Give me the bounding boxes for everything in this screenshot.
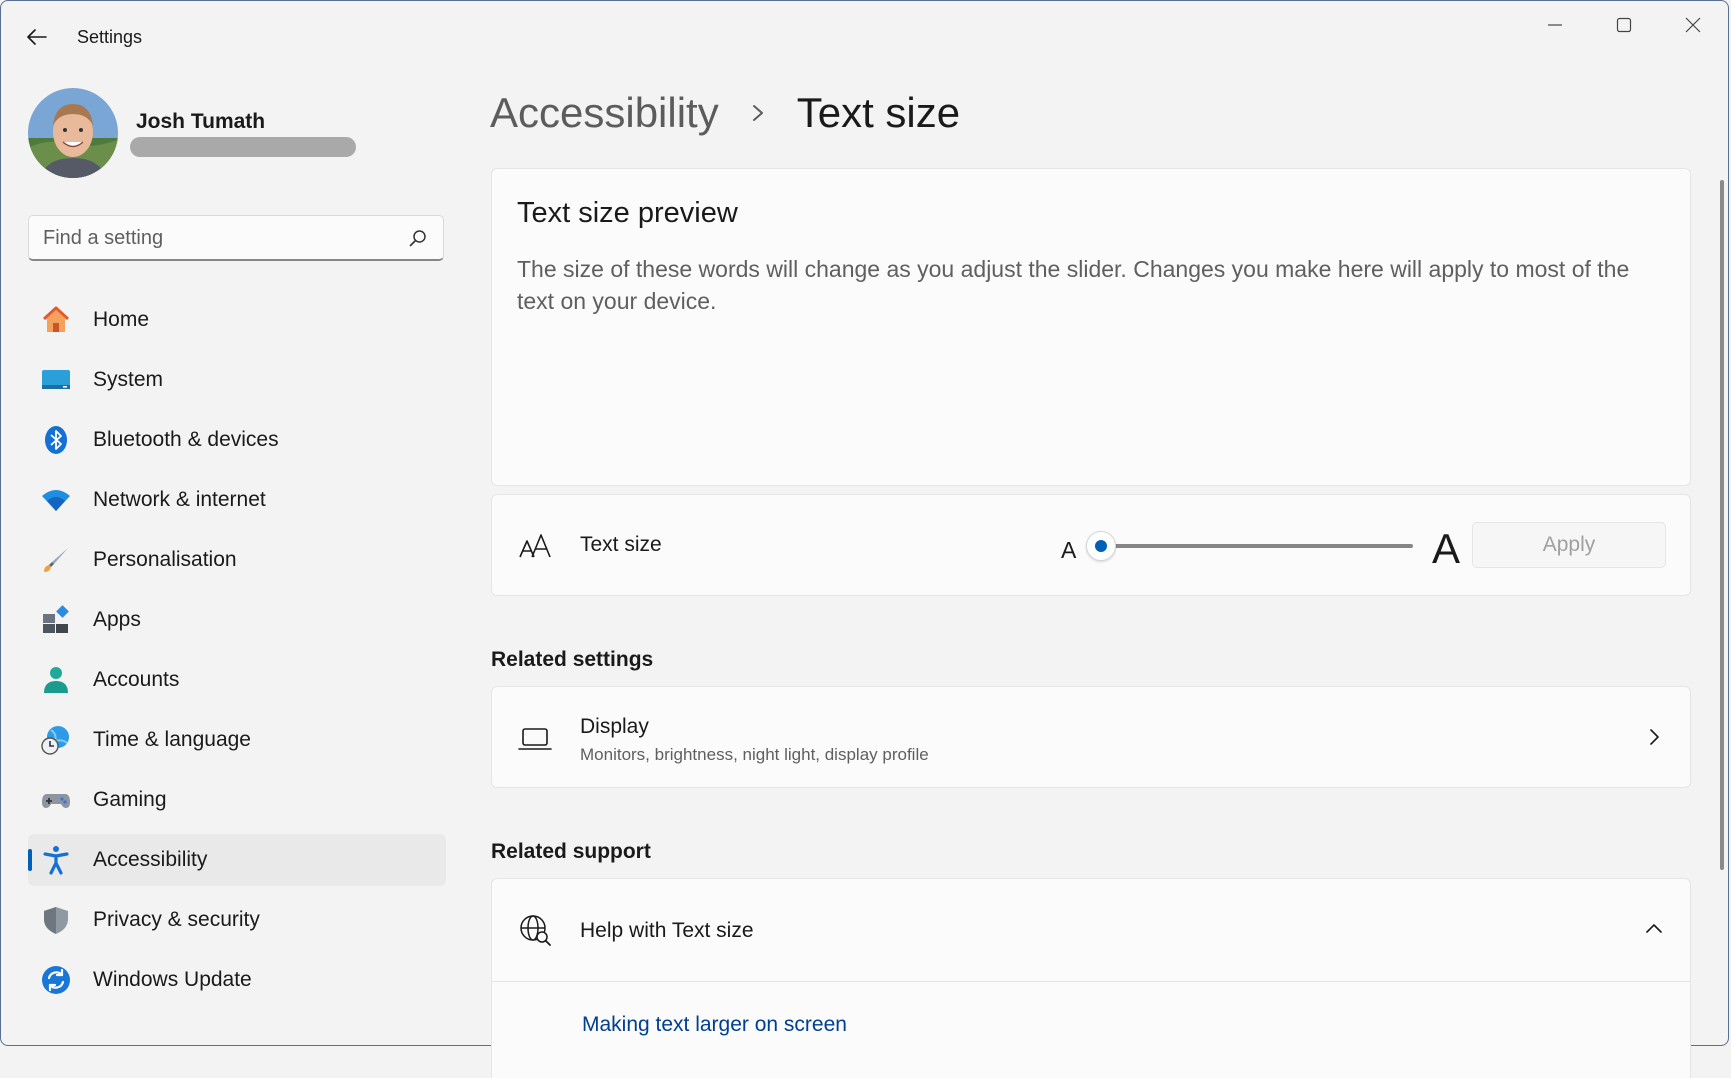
breadcrumb-parent[interactable]: Accessibility [490, 89, 719, 137]
sidebar-item-label: Network & internet [93, 488, 266, 511]
page-title: Text size [796, 89, 961, 136]
avatar-photo [28, 88, 118, 178]
breadcrumb: Accessibility Text size [490, 88, 960, 138]
globe-search-icon [520, 915, 551, 946]
search-icon[interactable] [409, 229, 427, 247]
preview-title: Text size preview [517, 197, 738, 229]
system-icon [40, 364, 72, 396]
maximize-icon [1616, 17, 1632, 33]
sidebar-item-apps[interactable]: Apps [28, 594, 446, 646]
sidebar-item-home[interactable]: Home [28, 294, 446, 346]
sidebar-item-label: Home [93, 308, 150, 331]
display-setting-card[interactable]: Display Monitors, brightness, night ligh… [491, 686, 1691, 788]
sidebar-item-system[interactable]: System [28, 354, 446, 406]
related-support-heading: Related support [491, 840, 651, 863]
chevron-right-icon [1650, 729, 1659, 745]
user-name: Josh Tumath [136, 110, 266, 133]
close-icon [1685, 17, 1701, 33]
back-arrow-icon [27, 29, 47, 45]
avatar[interactable] [28, 88, 118, 178]
sidebar-item-label: Accounts [93, 668, 180, 691]
sidebar-nav: Home System Bluetooth & devices Network … [28, 294, 446, 1014]
sidebar-item-label: Apps [93, 608, 141, 631]
minimize-icon [1548, 24, 1562, 26]
sidebar-item-label: Privacy & security [93, 908, 260, 931]
laptop-icon [518, 728, 552, 750]
preview-text: The size of these words will change as y… [517, 256, 1630, 314]
text-size-preview-card: Text size preview The size of these word… [491, 168, 1691, 486]
sidebar-item-network-internet[interactable]: Network & internet [28, 474, 446, 526]
text-size-label: Text size [580, 533, 662, 556]
back-button[interactable] [20, 22, 54, 52]
app-title: Settings [77, 27, 143, 47]
sidebar-item-label: Gaming [93, 788, 167, 811]
shield-icon [40, 904, 72, 936]
help-title: Help with Text size [580, 919, 754, 942]
help-expander-header[interactable]: Help with Text size [492, 879, 1690, 982]
apply-button[interactable]: Apply [1472, 522, 1666, 568]
accessibility-icon [40, 844, 72, 876]
sidebar-item-personalisation[interactable]: Personalisation [28, 534, 446, 586]
sidebar-item-accessibility[interactable]: Accessibility [28, 834, 446, 886]
update-icon [40, 964, 72, 996]
sidebar-item-time-language[interactable]: Time & language [28, 714, 446, 766]
bluetooth-icon [40, 424, 72, 456]
display-subtitle: Monitors, brightness, night light, displ… [580, 745, 929, 764]
text-size-slider[interactable] [1086, 529, 1419, 563]
sidebar-item-label: Windows Update [93, 968, 252, 991]
search-box[interactable] [28, 215, 444, 261]
sidebar-item-label: Bluetooth & devices [93, 428, 279, 451]
chevron-up-icon[interactable] [1644, 919, 1664, 939]
search-input[interactable] [43, 216, 383, 260]
large-text-glyph: A [1432, 525, 1461, 572]
accounts-icon [40, 664, 72, 696]
sidebar-item-privacy-security[interactable]: Privacy & security [28, 894, 446, 946]
sidebar-item-gaming[interactable]: Gaming [28, 774, 446, 826]
scrollbar[interactable] [1720, 180, 1724, 870]
apps-icon [40, 604, 72, 636]
sidebar-item-label: Accessibility [93, 848, 208, 871]
small-text-glyph: A [1061, 537, 1077, 563]
chevron-right-icon [743, 98, 773, 128]
wifi-icon [40, 484, 72, 516]
help-card: Help with Text size Making text larger o… [491, 878, 1691, 1078]
sidebar-item-label: Personalisation [93, 548, 237, 571]
slider-thumb[interactable] [1086, 531, 1116, 561]
sidebar-item-label: System [93, 368, 164, 391]
time-language-icon [40, 724, 72, 756]
text-size-icon [519, 534, 551, 558]
title-bar: Settings [0, 0, 1731, 72]
sidebar-item-accounts[interactable]: Accounts [28, 654, 446, 706]
sidebar-item-bluetooth-devices[interactable]: Bluetooth & devices [28, 414, 446, 466]
sidebar-item-label: Time & language [93, 728, 251, 751]
brush-icon [40, 544, 72, 576]
maximize-button[interactable] [1594, 10, 1654, 40]
sidebar-item-windows-update[interactable]: Windows Update [28, 954, 446, 1006]
minimize-button[interactable] [1525, 10, 1585, 40]
text-size-card: Text size A A Apply [491, 494, 1691, 596]
help-link-making-text-larger[interactable]: Making text larger on screen [582, 1013, 847, 1037]
home-icon [40, 304, 72, 336]
gamepad-icon [40, 784, 72, 816]
related-settings-heading: Related settings [491, 648, 654, 671]
user-email-redacted [130, 137, 356, 157]
slider-track [1095, 544, 1413, 548]
close-button[interactable] [1663, 10, 1723, 40]
display-title: Display [580, 715, 649, 738]
